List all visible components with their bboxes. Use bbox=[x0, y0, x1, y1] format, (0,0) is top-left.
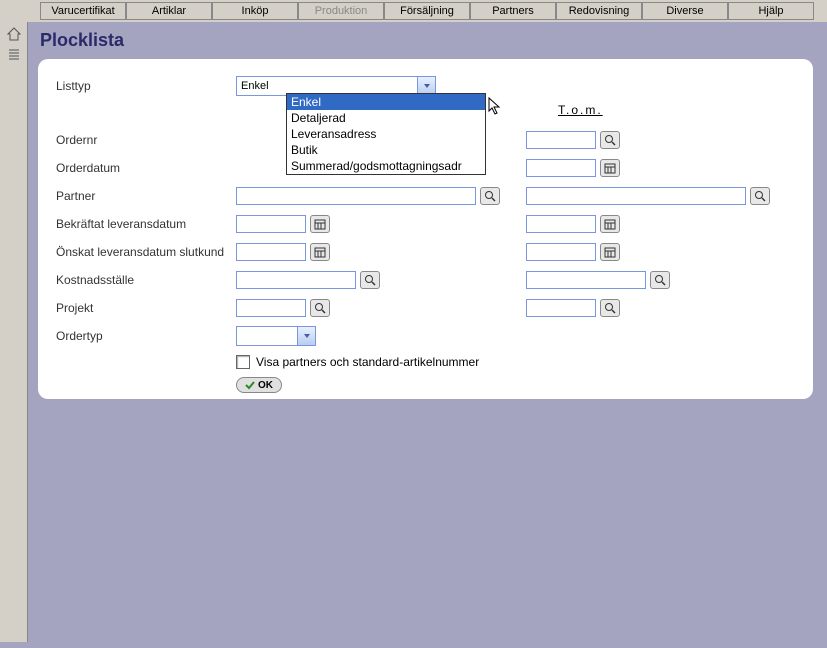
listtyp-option-enkel[interactable]: Enkel bbox=[287, 94, 485, 110]
check-icon bbox=[245, 380, 255, 390]
partner-label: Partner bbox=[56, 189, 236, 203]
partner-to-input[interactable] bbox=[526, 187, 746, 205]
partner-from-input[interactable] bbox=[236, 187, 476, 205]
projekt-label: Projekt bbox=[56, 301, 236, 315]
ok-button[interactable]: OK bbox=[236, 377, 282, 393]
bekraftat-from-input[interactable] bbox=[236, 215, 306, 233]
menu-redovisning[interactable]: Redovisning bbox=[556, 2, 642, 20]
kostnadsstalle-to-input[interactable] bbox=[526, 271, 646, 289]
menu-forsaljning[interactable]: Försäljning bbox=[384, 2, 470, 20]
show-partners-checkbox[interactable] bbox=[236, 355, 250, 369]
orderdatum-label: Orderdatum bbox=[56, 161, 236, 175]
show-partners-label: Visa partners och standard-artikelnummer bbox=[256, 355, 479, 369]
menu-partners[interactable]: Partners bbox=[470, 2, 556, 20]
calendar-icon[interactable] bbox=[600, 243, 620, 261]
calendar-icon[interactable] bbox=[310, 243, 330, 261]
bekraftat-to-input[interactable] bbox=[526, 215, 596, 233]
kostnadsstalle-from-input[interactable] bbox=[236, 271, 356, 289]
page-title: Plocklista bbox=[28, 22, 823, 59]
projekt-to-input[interactable] bbox=[526, 299, 596, 317]
content-area: Plocklista T.o.m. Listtyp Enkel Enkel De… bbox=[28, 22, 823, 644]
tom-heading: T.o.m. bbox=[558, 103, 603, 117]
search-icon[interactable] bbox=[650, 271, 670, 289]
menu-artiklar[interactable]: Artiklar bbox=[126, 2, 212, 20]
menu-hjalp[interactable]: Hjälp bbox=[728, 2, 814, 20]
search-icon[interactable] bbox=[600, 299, 620, 317]
search-icon[interactable] bbox=[600, 131, 620, 149]
kostnadsstalle-label: Kostnadsställe bbox=[56, 273, 236, 287]
ok-label: OK bbox=[258, 380, 273, 391]
projekt-from-input[interactable] bbox=[236, 299, 306, 317]
search-icon[interactable] bbox=[750, 187, 770, 205]
calendar-icon[interactable] bbox=[600, 159, 620, 177]
bekraftat-label: Bekräftat leveransdatum bbox=[56, 217, 236, 231]
listtyp-value: Enkel bbox=[241, 80, 269, 92]
onskat-label: Önskat leveransdatum slutkund bbox=[56, 245, 236, 259]
listtyp-label: Listtyp bbox=[56, 79, 236, 93]
menu-produktion[interactable]: Produktion bbox=[298, 2, 384, 20]
chevron-down-icon[interactable] bbox=[297, 327, 315, 345]
menu-varucertifikat[interactable]: Varucertifikat bbox=[40, 2, 126, 20]
listtyp-option-butik[interactable]: Butik bbox=[287, 142, 485, 158]
left-sidebar bbox=[0, 22, 28, 642]
list-icon[interactable] bbox=[6, 46, 22, 62]
top-menu: Varucertifikat Artiklar Inköp Produktion… bbox=[0, 0, 827, 22]
onskat-from-input[interactable] bbox=[236, 243, 306, 261]
listtyp-option-summerad[interactable]: Summerad/godsmottagningsadr bbox=[287, 158, 485, 174]
home-icon[interactable] bbox=[6, 26, 22, 42]
onskat-to-input[interactable] bbox=[526, 243, 596, 261]
ordernr-to-input[interactable] bbox=[526, 131, 596, 149]
ordertyp-combo[interactable] bbox=[236, 326, 316, 346]
menu-diverse[interactable]: Diverse bbox=[642, 2, 728, 20]
listtyp-option-leveransadress[interactable]: Leveransadress bbox=[287, 126, 485, 142]
ordertyp-label: Ordertyp bbox=[56, 329, 236, 343]
form-panel: T.o.m. Listtyp Enkel Enkel Detaljerad Le… bbox=[38, 59, 813, 399]
menu-inkop[interactable]: Inköp bbox=[212, 2, 298, 20]
search-icon[interactable] bbox=[360, 271, 380, 289]
search-icon[interactable] bbox=[310, 299, 330, 317]
orderdatum-to-input[interactable] bbox=[526, 159, 596, 177]
calendar-icon[interactable] bbox=[310, 215, 330, 233]
listtyp-option-detaljerad[interactable]: Detaljerad bbox=[287, 110, 485, 126]
calendar-icon[interactable] bbox=[600, 215, 620, 233]
ordernr-label: Ordernr bbox=[56, 133, 236, 147]
search-icon[interactable] bbox=[480, 187, 500, 205]
listtyp-dropdown: Enkel Detaljerad Leveransadress Butik Su… bbox=[286, 93, 486, 175]
